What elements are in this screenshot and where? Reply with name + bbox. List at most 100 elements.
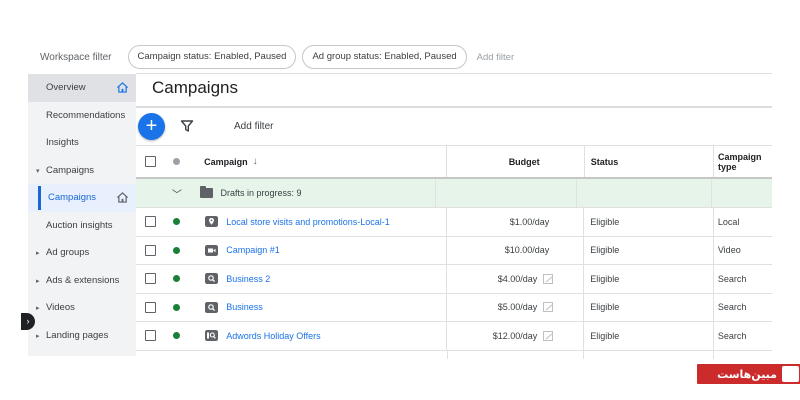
home-icon [117,192,128,203]
folder-icon [199,186,214,198]
watermark-text: مبین‌هاست [717,367,777,381]
campaign-type-value: Video [717,245,741,256]
caret-right-icon: ▸ [36,305,40,312]
campaign-name-link[interactable]: Business [226,302,263,312]
row-checkbox[interactable] [144,330,156,342]
column-header-label: Campaign type [718,152,762,172]
sidebar-item-label: Insights [46,137,79,148]
table-row: Local store visits and promotions-Local-… [136,208,772,237]
column-header-campaign[interactable]: Campaign ↓ [189,146,446,177]
sidebar-item-label: Overview [46,82,86,93]
row-checkbox[interactable] [144,216,156,228]
table-row: Adwords Holiday Offers $12.00/day Eligib… [136,322,772,351]
table-row: Campaign #1 $10.00/day Eligible Video [136,236,772,265]
table-row: Business $5.00/day Eligible Search [136,293,772,322]
budget-cell[interactable]: $5.00/day [445,293,583,321]
row-checkbox[interactable] [144,301,156,313]
search-icon [205,301,219,313]
table-header-row: Campaign ↓ Budget Status Campaign type [136,146,772,179]
caret-down-icon: ▾ [36,167,40,175]
sidebar-group-videos[interactable]: ▸ Videos [28,294,136,322]
location-pin-icon [205,216,219,228]
budget-value: $4.00/day [497,273,538,284]
ad-group-status-filter-chip[interactable]: Ad group status: Enabled, Paused [302,45,467,69]
sidebar-item-label: Ads & extensions [46,274,120,286]
workspace-filter-label: Workspace filter [40,51,112,63]
watermark-logo-icon [782,366,799,382]
sidebar-group-ad-groups[interactable]: ▸ Ad groups [28,239,136,267]
table-row-partial [136,350,772,359]
sidebar-group-landing-pages[interactable]: ▸ Landing pages [28,322,136,350]
workspace-add-filter-link[interactable]: Add filter [477,52,515,63]
sidebar-item-insights[interactable]: Insights [28,129,136,157]
status-value: Eligible [590,302,620,313]
campaign-name-link[interactable]: Campaign #1 [226,245,280,255]
table-cell [576,179,710,207]
column-header-campaign-type[interactable]: Campaign type [712,146,772,177]
select-all-checkbox[interactable] [144,156,156,167]
add-campaign-button[interactable]: + [138,113,165,140]
row-checkbox[interactable] [144,273,156,285]
column-header-label: Budget [508,156,540,167]
column-header-budget[interactable]: Budget [445,146,584,177]
budget-value: $5.00/day [497,302,538,313]
table-cell [434,179,576,207]
enabled-status-dot[interactable] [173,218,181,226]
budget-value: $12.00/day [492,330,538,341]
enabled-status-dot[interactable] [173,332,181,340]
column-header-label-line: type [717,161,737,172]
campaign-name-link[interactable]: Adwords Holiday Offers [226,331,320,341]
sidebar-item-campaigns[interactable]: Campaigns [28,184,136,212]
campaign-name-link[interactable]: Business 2 [226,274,270,284]
enabled-status-dot[interactable] [173,303,181,311]
row-checkbox[interactable] [144,244,156,256]
caret-right-icon: ▸ [36,250,40,257]
campaign-type-value: Search [717,302,747,313]
sidebar-item-auction-insights[interactable]: Auction insights [28,212,136,240]
column-header-status[interactable]: Status [583,146,713,177]
chart-placeholder-icon [543,302,554,313]
plus-icon: + [145,115,158,137]
sidebar-item-recommendations[interactable]: Recommendations [28,102,136,130]
search-icon [205,273,219,285]
sidebar-group-ads-extensions[interactable]: ▸ Ads & extensions [28,267,136,295]
status-value: Eligible [590,245,620,256]
column-header-label: Campaign [204,156,248,167]
sidebar-item-overview[interactable]: Overview [28,74,136,102]
sidebar-item-label: Campaigns [46,164,95,176]
campaigns-table: Campaign ↓ Budget Status Campaign type ﹀ D… [136,146,772,359]
table-cell [710,179,772,207]
sidebar-item-label: Campaigns [48,192,97,203]
sidebar-item-label: Landing pages [46,329,109,341]
sidebar-item-label: Ad groups [46,247,90,258]
status-value: Eligible [590,216,620,227]
page-title: Campaigns [152,78,238,97]
caret-right-icon: ▸ [36,332,40,340]
budget-cell[interactable]: $12.00/day [445,322,583,350]
status-dot-header[interactable] [173,158,181,165]
campaign-name-link[interactable]: Local store visits and promotions-Local-… [226,217,390,227]
add-filter-link[interactable]: Add filter [234,121,273,132]
budget-cell[interactable]: $4.00/day [445,265,583,293]
divider [136,106,772,108]
drafts-label: Drafts in progress: 9 [220,188,302,198]
drafts-row[interactable]: ﹀ Drafts in progress: 9 [136,179,772,208]
budget-cell[interactable]: $10.00/day [445,236,584,264]
column-header-label-line: Campaign [717,151,762,162]
sidebar-group-campaigns[interactable]: ▾ Campaigns [28,157,136,185]
caret-right-icon: ▸ [36,277,40,285]
campaign-status-filter-chip[interactable]: Campaign status: Enabled, Paused [127,45,297,69]
video-icon [205,244,219,256]
campaign-type-value: Local [717,216,740,227]
sidebar-item-label: Videos [46,302,75,313]
sidebar-item-label: Auction insights [46,219,113,231]
home-icon [117,82,128,93]
chart-placeholder-icon [543,330,554,341]
sidebar-nav: Overview Recommendations Insights ▾ Campa… [28,74,136,356]
sort-arrow-down-icon: ↓ [252,156,258,167]
budget-cell[interactable]: $1.00/day [445,208,584,236]
chevron-down-icon[interactable]: ﹀ [162,186,192,201]
enabled-status-dot[interactable] [173,246,181,254]
enabled-status-dot[interactable] [173,275,181,283]
filter-icon[interactable] [180,119,194,133]
